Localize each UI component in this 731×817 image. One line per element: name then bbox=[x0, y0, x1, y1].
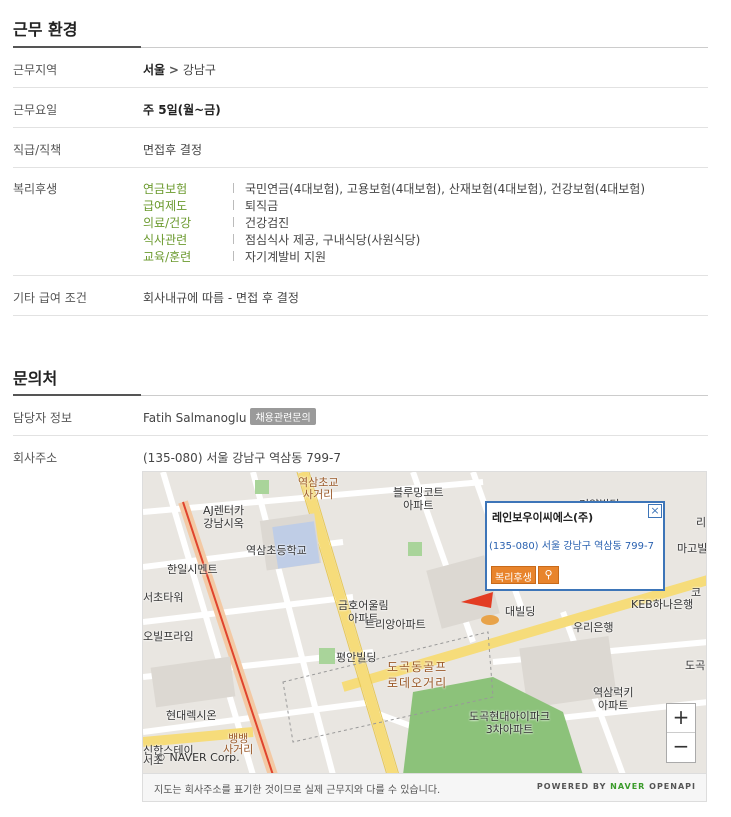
benefit-item: 연금보험 국민연금(4대보험), 고용보험(4대보험), 산재보험(4대보험),… bbox=[143, 180, 703, 197]
map-footer: 지도는 회사주소를 표기한 것이므로 실제 근무지와 다를 수 있습니다. PO… bbox=[142, 774, 707, 802]
map-label: 도곡현대아이파크 3차아파트 bbox=[469, 710, 550, 736]
benefit-item: 식사관련 점심식사 제공, 구내식당(사원식당) bbox=[143, 231, 703, 248]
location-label: 근무지역 bbox=[13, 63, 58, 77]
map-label: 마고빌 bbox=[677, 542, 707, 555]
benefit-category: 의료/건강 bbox=[143, 216, 192, 230]
map-label: 서초타워 bbox=[143, 591, 184, 604]
address-label: 회사주소 bbox=[13, 451, 58, 465]
map-label: 역삼초등학교 bbox=[246, 544, 307, 557]
row-location: 근무지역 서울 > 강남구 bbox=[13, 48, 708, 88]
map-label: 코 bbox=[691, 586, 702, 599]
close-icon[interactable]: × bbox=[648, 504, 662, 518]
address-value: (135-080) 서울 강남구 역삼동 799-7 bbox=[143, 451, 341, 465]
powered-by-text: POWERED BY bbox=[536, 782, 607, 791]
contact-title: 문의처 bbox=[13, 369, 58, 388]
naver-logo-text: NAVER bbox=[610, 782, 646, 791]
map-label: 리 bbox=[696, 516, 707, 529]
row-benefits: 복리후생 연금보험 국민연금(4대보험), 고용보험(4대보험), 산재보험(4… bbox=[13, 168, 708, 276]
benefit-item: 교육/훈련 자기계발비 지원 bbox=[143, 248, 703, 265]
benefits-label: 복리후생 bbox=[13, 182, 58, 196]
map-label: 역삼럭키 아파트 bbox=[593, 686, 634, 712]
map-label: AJ렌터카 강남시옥 bbox=[203, 504, 245, 530]
map-label: 오빌프라임 bbox=[143, 630, 194, 643]
map-label: 대빌딩 bbox=[505, 605, 536, 618]
location-district: 강남구 bbox=[182, 63, 216, 77]
map-label: 도곡동골프 로데오거리 bbox=[387, 660, 448, 690]
openapi-text: OPENAPI bbox=[649, 782, 696, 791]
manager-name: Fatih Salmanoglu bbox=[143, 411, 247, 425]
benefit-value: 국민연금(4대보험), 고용보험(4대보험), 산재보험(4대보험), 건강보험… bbox=[245, 182, 646, 196]
benefit-item: 급여제도 퇴직금 bbox=[143, 197, 703, 214]
zoom-out-button[interactable]: − bbox=[667, 733, 695, 762]
benefit-value: 건강검진 bbox=[245, 216, 290, 230]
map-copyright: © NAVER Corp. bbox=[155, 751, 240, 764]
popup-company-name: 레인보우이씨에스(주) bbox=[492, 511, 594, 524]
row-position: 직급/직책 면접후 결정 bbox=[13, 128, 708, 168]
map-label: KEB하나은행 bbox=[631, 598, 694, 611]
benefit-category: 교육/훈련 bbox=[143, 250, 192, 264]
popup-address: (135-080) 서울 강남구 역삼동 799-7 bbox=[489, 541, 654, 552]
map-label: 트리앙아파트 bbox=[365, 618, 426, 631]
manager-inquiry-badge[interactable]: 채용관련문의 bbox=[250, 408, 316, 425]
manager-value: Fatih Salmanoglu 채용관련문의 bbox=[143, 408, 316, 425]
benefit-item: 의료/건강 건강검진 bbox=[143, 214, 703, 231]
row-manager: 담당자 정보 Fatih Salmanoglu 채용관련문의 bbox=[13, 396, 708, 436]
benefit-value: 점심식사 제공, 구내식당(사원식당) bbox=[245, 233, 421, 247]
benefit-category: 식사관련 bbox=[143, 233, 188, 247]
chevron-right-icon: > bbox=[168, 63, 179, 77]
map-zoom-controls: + − bbox=[666, 703, 696, 763]
map-footer-note: 지도는 회사주소를 표기한 것이므로 실제 근무지와 다를 수 있습니다. bbox=[154, 785, 441, 796]
position-label: 직급/직책 bbox=[13, 143, 62, 157]
days-value: 주 5일(월~금) bbox=[143, 103, 221, 117]
map-label: 한일시멘트 bbox=[167, 563, 218, 576]
work-env-title: 근무 환경 bbox=[13, 20, 78, 39]
benefit-category: 급여제도 bbox=[143, 199, 188, 213]
benefits-list: 연금보험 국민연금(4대보험), 고용보험(4대보험), 산재보험(4대보험),… bbox=[143, 180, 703, 265]
map-label: 현대렉시온 bbox=[166, 709, 217, 722]
popup-benefits-tag[interactable]: 복리후생 bbox=[491, 566, 536, 584]
manager-label: 담당자 정보 bbox=[13, 411, 73, 425]
salary-value: 회사내규에 따름 - 면접 후 결정 bbox=[143, 291, 299, 305]
location-city: 서울 bbox=[143, 63, 166, 77]
benefit-value: 자기계발비 지원 bbox=[245, 250, 327, 264]
map-label: 우리은행 bbox=[573, 621, 614, 634]
row-days: 근무요일 주 5일(월~금) bbox=[13, 88, 708, 128]
powered-by-logo: POWERED BY NAVER OPENAPI bbox=[537, 782, 696, 791]
days-label: 근무요일 bbox=[13, 103, 58, 117]
zoom-in-button[interactable]: + bbox=[667, 704, 695, 733]
map-label: 도곡 bbox=[685, 659, 706, 672]
location-value: 서울 > 강남구 bbox=[143, 61, 216, 78]
map-label: 평안빌딩 bbox=[336, 651, 377, 664]
row-salary: 기타 급여 조건 회사내규에 따름 - 면접 후 결정 bbox=[13, 276, 708, 316]
benefit-category: 연금보험 bbox=[143, 182, 188, 196]
fork-knife-icon: ⚲ bbox=[538, 566, 559, 584]
map-label: 블루밍코트 아파트 bbox=[393, 486, 444, 512]
map-label: 역삼초교 사거리 bbox=[298, 476, 339, 501]
salary-label: 기타 급여 조건 bbox=[13, 291, 87, 305]
company-map[interactable]: 역삼초교 사거리 블루밍코트 아파트 AJ렌터카 강남시옥 역삼초등학교 한일시멘트 … bbox=[142, 471, 707, 774]
position-value: 면접후 결정 bbox=[143, 143, 203, 157]
map-info-popup: 레인보우이씨에스(주) (135-080) 서울 강남구 역삼동 799-7 복… bbox=[485, 501, 665, 591]
benefit-value: 퇴직금 bbox=[245, 199, 279, 213]
